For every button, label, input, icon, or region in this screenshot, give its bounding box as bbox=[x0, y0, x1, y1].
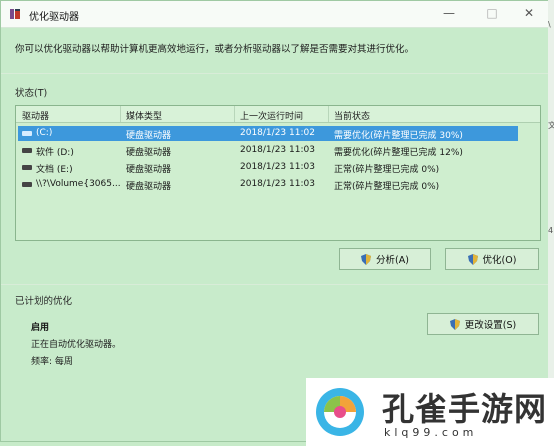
last-run-time: 2018/1/23 11:03 bbox=[240, 179, 315, 189]
edge-glyph: 文 bbox=[548, 121, 554, 130]
media-type: 硬盘驱动器 bbox=[126, 131, 172, 141]
current-status: 需要优化(碎片整理已完成 12%) bbox=[334, 148, 463, 158]
divider bbox=[1, 284, 549, 285]
hard-drive-icon bbox=[22, 148, 32, 153]
scheduled-section-label: 已计划的优化 bbox=[15, 296, 73, 307]
scheduled-status-text: 正在自动优化驱动器。 bbox=[31, 340, 122, 350]
drive-name: \\?\Volume{3065... bbox=[36, 179, 121, 189]
watermark-logo-icon bbox=[316, 388, 364, 436]
drive-name: 文档 (E:) bbox=[36, 165, 73, 175]
column-divider[interactable] bbox=[328, 106, 329, 122]
description-text: 你可以优化驱动器以帮助计算机更高效地运行，或者分析驱动器以了解是否需要对其进行优… bbox=[15, 44, 415, 55]
column-header-last-run[interactable]: 上一次运行时间 bbox=[240, 109, 303, 122]
drive-row-c[interactable]: (C:) 硬盘驱动器 2018/1/23 11:02 需要优化(碎片整理已完成 … bbox=[18, 126, 518, 141]
hard-drive-icon bbox=[22, 182, 32, 187]
shield-icon bbox=[467, 253, 478, 265]
analyze-button[interactable]: 分析(A) bbox=[339, 248, 431, 270]
last-run-time: 2018/1/23 11:02 bbox=[240, 128, 315, 138]
title-bar: 优化驱动器 — □ ✕ bbox=[1, 1, 549, 28]
column-header-drive[interactable]: 驱动器 bbox=[22, 109, 49, 122]
drive-list[interactable]: 驱动器 媒体类型 上一次运行时间 当前状态 (C:) 硬盘驱动器 2018/1/… bbox=[15, 105, 541, 241]
column-divider[interactable] bbox=[120, 106, 121, 122]
analyze-button-label: 分析(A) bbox=[376, 255, 409, 266]
media-type: 硬盘驱动器 bbox=[126, 148, 172, 158]
column-header-media-type[interactable]: 媒体类型 bbox=[126, 109, 162, 122]
hard-drive-icon bbox=[22, 165, 32, 170]
optimize-button[interactable]: 优化(O) bbox=[445, 248, 539, 270]
close-button[interactable]: ✕ bbox=[511, 3, 547, 23]
shield-icon bbox=[361, 253, 372, 265]
status-section-label: 状态(T) bbox=[15, 88, 48, 99]
window-title: 优化驱动器 bbox=[29, 12, 79, 23]
current-status: 正常(碎片整理已完成 0%) bbox=[334, 182, 440, 192]
scheduled-frequency-text: 频率: 每周 bbox=[31, 357, 73, 367]
media-type: 硬盘驱动器 bbox=[126, 165, 172, 175]
column-divider[interactable] bbox=[234, 106, 235, 122]
edge-glyph: 4 bbox=[548, 226, 554, 235]
column-header-current-status[interactable]: 当前状态 bbox=[334, 109, 370, 122]
last-run-time: 2018/1/23 11:03 bbox=[240, 145, 315, 155]
edge-glyph: \ bbox=[548, 20, 551, 29]
drive-row-e[interactable]: 文档 (E:) 硬盘驱动器 2018/1/23 11:03 正常(碎片整理已完成… bbox=[18, 160, 518, 175]
last-run-time: 2018/1/23 11:03 bbox=[240, 162, 315, 172]
watermark-text: 孔雀手游网 bbox=[382, 390, 548, 428]
maximize-button[interactable]: □ bbox=[474, 3, 510, 23]
current-status: 需要优化(碎片整理已完成 30%) bbox=[334, 131, 463, 141]
drive-row-volume[interactable]: \\?\Volume{3065... 硬盘驱动器 2018/1/23 11:03… bbox=[18, 177, 518, 192]
minimize-button[interactable]: — bbox=[431, 3, 467, 23]
optimize-button-label: 优化(O) bbox=[482, 255, 517, 266]
scheduled-state: 启用 bbox=[31, 323, 50, 333]
media-type: 硬盘驱动器 bbox=[126, 182, 172, 192]
defrag-app-icon bbox=[10, 9, 20, 19]
optimize-drives-window: 优化驱动器 — □ ✕ 你可以优化驱动器以帮助计算机更高效地运行，或者分析驱动器… bbox=[0, 0, 550, 442]
current-status: 正常(碎片整理已完成 0%) bbox=[334, 165, 440, 175]
drive-list-header: 驱动器 媒体类型 上一次运行时间 当前状态 bbox=[16, 106, 540, 123]
drive-name: 软件 (D:) bbox=[36, 148, 74, 158]
watermark: 孔雀手游网 klq99.com bbox=[306, 378, 554, 446]
hard-drive-icon bbox=[22, 131, 32, 136]
divider bbox=[1, 73, 549, 74]
watermark-url: klq99.com bbox=[384, 426, 478, 439]
change-settings-button-label: 更改设置(S) bbox=[464, 320, 517, 331]
drive-row-d[interactable]: 软件 (D:) 硬盘驱动器 2018/1/23 11:03 需要优化(碎片整理已… bbox=[18, 143, 518, 158]
change-settings-button[interactable]: 更改设置(S) bbox=[427, 313, 539, 335]
drive-name: (C:) bbox=[36, 128, 53, 138]
shield-icon bbox=[449, 318, 460, 330]
